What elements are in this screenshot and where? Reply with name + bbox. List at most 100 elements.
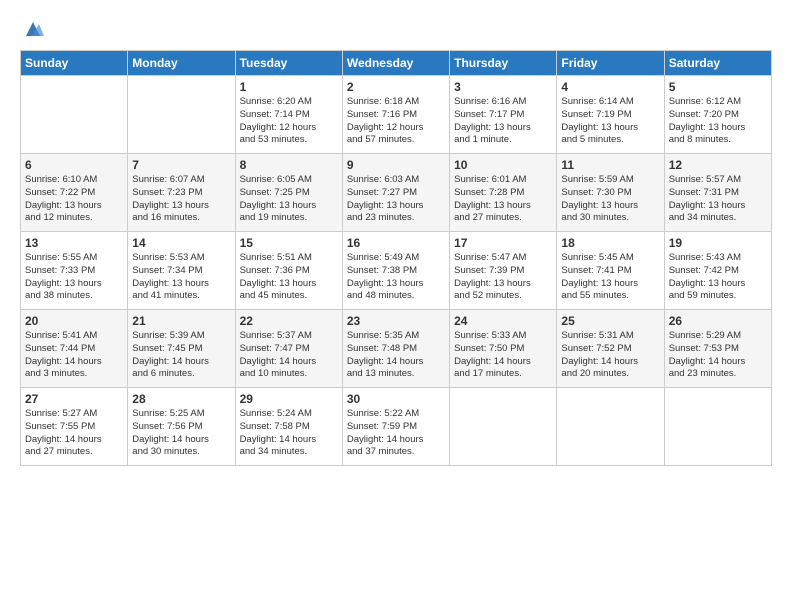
day-number: 21 <box>132 314 230 328</box>
day-info: Sunrise: 5:39 AM Sunset: 7:45 PM Dayligh… <box>132 330 230 381</box>
day-info: Sunrise: 5:29 AM Sunset: 7:53 PM Dayligh… <box>669 330 767 381</box>
day-cell: 11 Sunrise: 5:59 AM Sunset: 7:30 PM Dayli… <box>557 154 664 232</box>
day-info: Sunrise: 5:24 AM Sunset: 7:58 PM Dayligh… <box>240 408 338 459</box>
day-info: Sunrise: 5:43 AM Sunset: 7:42 PM Dayligh… <box>669 252 767 303</box>
day-cell: 1 Sunrise: 6:20 AM Sunset: 7:14 PM Daylig… <box>235 76 342 154</box>
day-info: Sunrise: 5:59 AM Sunset: 7:30 PM Dayligh… <box>561 174 659 225</box>
calendar: SundayMondayTuesdayWednesdayThursdayFrid… <box>20 50 772 466</box>
day-info: Sunrise: 6:05 AM Sunset: 7:25 PM Dayligh… <box>240 174 338 225</box>
day-cell: 17 Sunrise: 5:47 AM Sunset: 7:39 PM Dayli… <box>450 232 557 310</box>
day-number: 5 <box>669 80 767 94</box>
day-cell: 3 Sunrise: 6:16 AM Sunset: 7:17 PM Daylig… <box>450 76 557 154</box>
day-info: Sunrise: 5:27 AM Sunset: 7:55 PM Dayligh… <box>25 408 123 459</box>
day-number: 26 <box>669 314 767 328</box>
day-info: Sunrise: 5:45 AM Sunset: 7:41 PM Dayligh… <box>561 252 659 303</box>
day-info: Sunrise: 6:01 AM Sunset: 7:28 PM Dayligh… <box>454 174 552 225</box>
day-number: 25 <box>561 314 659 328</box>
day-cell <box>21 76 128 154</box>
day-info: Sunrise: 6:18 AM Sunset: 7:16 PM Dayligh… <box>347 96 445 147</box>
day-number: 8 <box>240 158 338 172</box>
day-info: Sunrise: 6:16 AM Sunset: 7:17 PM Dayligh… <box>454 96 552 147</box>
day-cell: 19 Sunrise: 5:43 AM Sunset: 7:42 PM Dayli… <box>664 232 771 310</box>
day-info: Sunrise: 6:14 AM Sunset: 7:19 PM Dayligh… <box>561 96 659 147</box>
day-number: 9 <box>347 158 445 172</box>
day-number: 20 <box>25 314 123 328</box>
col-header-sunday: Sunday <box>21 51 128 76</box>
day-info: Sunrise: 5:51 AM Sunset: 7:36 PM Dayligh… <box>240 252 338 303</box>
week-row-2: 6Sunrise: 6:10 AM Sunset: 7:22 PM Daylig… <box>21 154 772 232</box>
day-cell <box>450 388 557 466</box>
day-number: 6 <box>25 158 123 172</box>
day-number: 30 <box>347 392 445 406</box>
day-number: 16 <box>347 236 445 250</box>
day-cell: 6Sunrise: 6:10 AM Sunset: 7:22 PM Daylig… <box>21 154 128 232</box>
col-header-wednesday: Wednesday <box>342 51 449 76</box>
day-cell: 24 Sunrise: 5:33 AM Sunset: 7:50 PM Dayli… <box>450 310 557 388</box>
day-number: 15 <box>240 236 338 250</box>
day-cell: 22Sunrise: 5:37 AM Sunset: 7:47 PM Dayli… <box>235 310 342 388</box>
day-number: 18 <box>561 236 659 250</box>
day-number: 24 <box>454 314 552 328</box>
day-info: Sunrise: 5:53 AM Sunset: 7:34 PM Dayligh… <box>132 252 230 303</box>
day-cell: 2 Sunrise: 6:18 AM Sunset: 7:16 PM Daylig… <box>342 76 449 154</box>
page: SundayMondayTuesdayWednesdayThursdayFrid… <box>0 0 792 612</box>
header-row: SundayMondayTuesdayWednesdayThursdayFrid… <box>21 51 772 76</box>
day-cell: 21 Sunrise: 5:39 AM Sunset: 7:45 PM Dayli… <box>128 310 235 388</box>
day-cell: 29Sunrise: 5:24 AM Sunset: 7:58 PM Dayli… <box>235 388 342 466</box>
day-cell: 26 Sunrise: 5:29 AM Sunset: 7:53 PM Dayli… <box>664 310 771 388</box>
day-cell: 28 Sunrise: 5:25 AM Sunset: 7:56 PM Dayli… <box>128 388 235 466</box>
day-info: Sunrise: 5:41 AM Sunset: 7:44 PM Dayligh… <box>25 330 123 381</box>
day-number: 19 <box>669 236 767 250</box>
day-info: Sunrise: 5:55 AM Sunset: 7:33 PM Dayligh… <box>25 252 123 303</box>
week-row-1: 1 Sunrise: 6:20 AM Sunset: 7:14 PM Daylig… <box>21 76 772 154</box>
day-cell: 10 Sunrise: 6:01 AM Sunset: 7:28 PM Dayli… <box>450 154 557 232</box>
day-number: 7 <box>132 158 230 172</box>
day-cell: 16 Sunrise: 5:49 AM Sunset: 7:38 PM Dayli… <box>342 232 449 310</box>
day-cell: 27 Sunrise: 5:27 AM Sunset: 7:55 PM Dayli… <box>21 388 128 466</box>
day-info: Sunrise: 6:07 AM Sunset: 7:23 PM Dayligh… <box>132 174 230 225</box>
day-cell: 13 Sunrise: 5:55 AM Sunset: 7:33 PM Dayli… <box>21 232 128 310</box>
day-cell: 7 Sunrise: 6:07 AM Sunset: 7:23 PM Daylig… <box>128 154 235 232</box>
day-cell: 23Sunrise: 5:35 AM Sunset: 7:48 PM Dayli… <box>342 310 449 388</box>
day-info: Sunrise: 5:33 AM Sunset: 7:50 PM Dayligh… <box>454 330 552 381</box>
day-number: 22 <box>240 314 338 328</box>
day-number: 4 <box>561 80 659 94</box>
day-cell: 4 Sunrise: 6:14 AM Sunset: 7:19 PM Daylig… <box>557 76 664 154</box>
week-row-3: 13 Sunrise: 5:55 AM Sunset: 7:33 PM Dayli… <box>21 232 772 310</box>
col-header-tuesday: Tuesday <box>235 51 342 76</box>
day-number: 28 <box>132 392 230 406</box>
day-cell: 14 Sunrise: 5:53 AM Sunset: 7:34 PM Dayli… <box>128 232 235 310</box>
day-number: 10 <box>454 158 552 172</box>
day-info: Sunrise: 5:25 AM Sunset: 7:56 PM Dayligh… <box>132 408 230 459</box>
day-number: 27 <box>25 392 123 406</box>
day-cell <box>664 388 771 466</box>
day-number: 17 <box>454 236 552 250</box>
day-number: 1 <box>240 80 338 94</box>
day-info: Sunrise: 5:49 AM Sunset: 7:38 PM Dayligh… <box>347 252 445 303</box>
day-number: 2 <box>347 80 445 94</box>
logo-icon <box>22 18 44 40</box>
day-number: 3 <box>454 80 552 94</box>
day-cell: 30 Sunrise: 5:22 AM Sunset: 7:59 PM Dayli… <box>342 388 449 466</box>
day-cell: 20 Sunrise: 5:41 AM Sunset: 7:44 PM Dayli… <box>21 310 128 388</box>
day-number: 13 <box>25 236 123 250</box>
header <box>20 18 772 40</box>
day-cell: 18 Sunrise: 5:45 AM Sunset: 7:41 PM Dayli… <box>557 232 664 310</box>
day-info: Sunrise: 6:20 AM Sunset: 7:14 PM Dayligh… <box>240 96 338 147</box>
day-info: Sunrise: 5:35 AM Sunset: 7:48 PM Dayligh… <box>347 330 445 381</box>
day-number: 14 <box>132 236 230 250</box>
day-number: 11 <box>561 158 659 172</box>
day-cell <box>128 76 235 154</box>
day-cell: 9Sunrise: 6:03 AM Sunset: 7:27 PM Daylig… <box>342 154 449 232</box>
col-header-monday: Monday <box>128 51 235 76</box>
day-cell: 25 Sunrise: 5:31 AM Sunset: 7:52 PM Dayli… <box>557 310 664 388</box>
col-header-saturday: Saturday <box>664 51 771 76</box>
week-row-5: 27 Sunrise: 5:27 AM Sunset: 7:55 PM Dayli… <box>21 388 772 466</box>
day-info: Sunrise: 5:57 AM Sunset: 7:31 PM Dayligh… <box>669 174 767 225</box>
day-info: Sunrise: 5:22 AM Sunset: 7:59 PM Dayligh… <box>347 408 445 459</box>
logo <box>20 18 44 40</box>
col-header-friday: Friday <box>557 51 664 76</box>
week-row-4: 20 Sunrise: 5:41 AM Sunset: 7:44 PM Dayli… <box>21 310 772 388</box>
day-info: Sunrise: 5:47 AM Sunset: 7:39 PM Dayligh… <box>454 252 552 303</box>
day-info: Sunrise: 5:31 AM Sunset: 7:52 PM Dayligh… <box>561 330 659 381</box>
